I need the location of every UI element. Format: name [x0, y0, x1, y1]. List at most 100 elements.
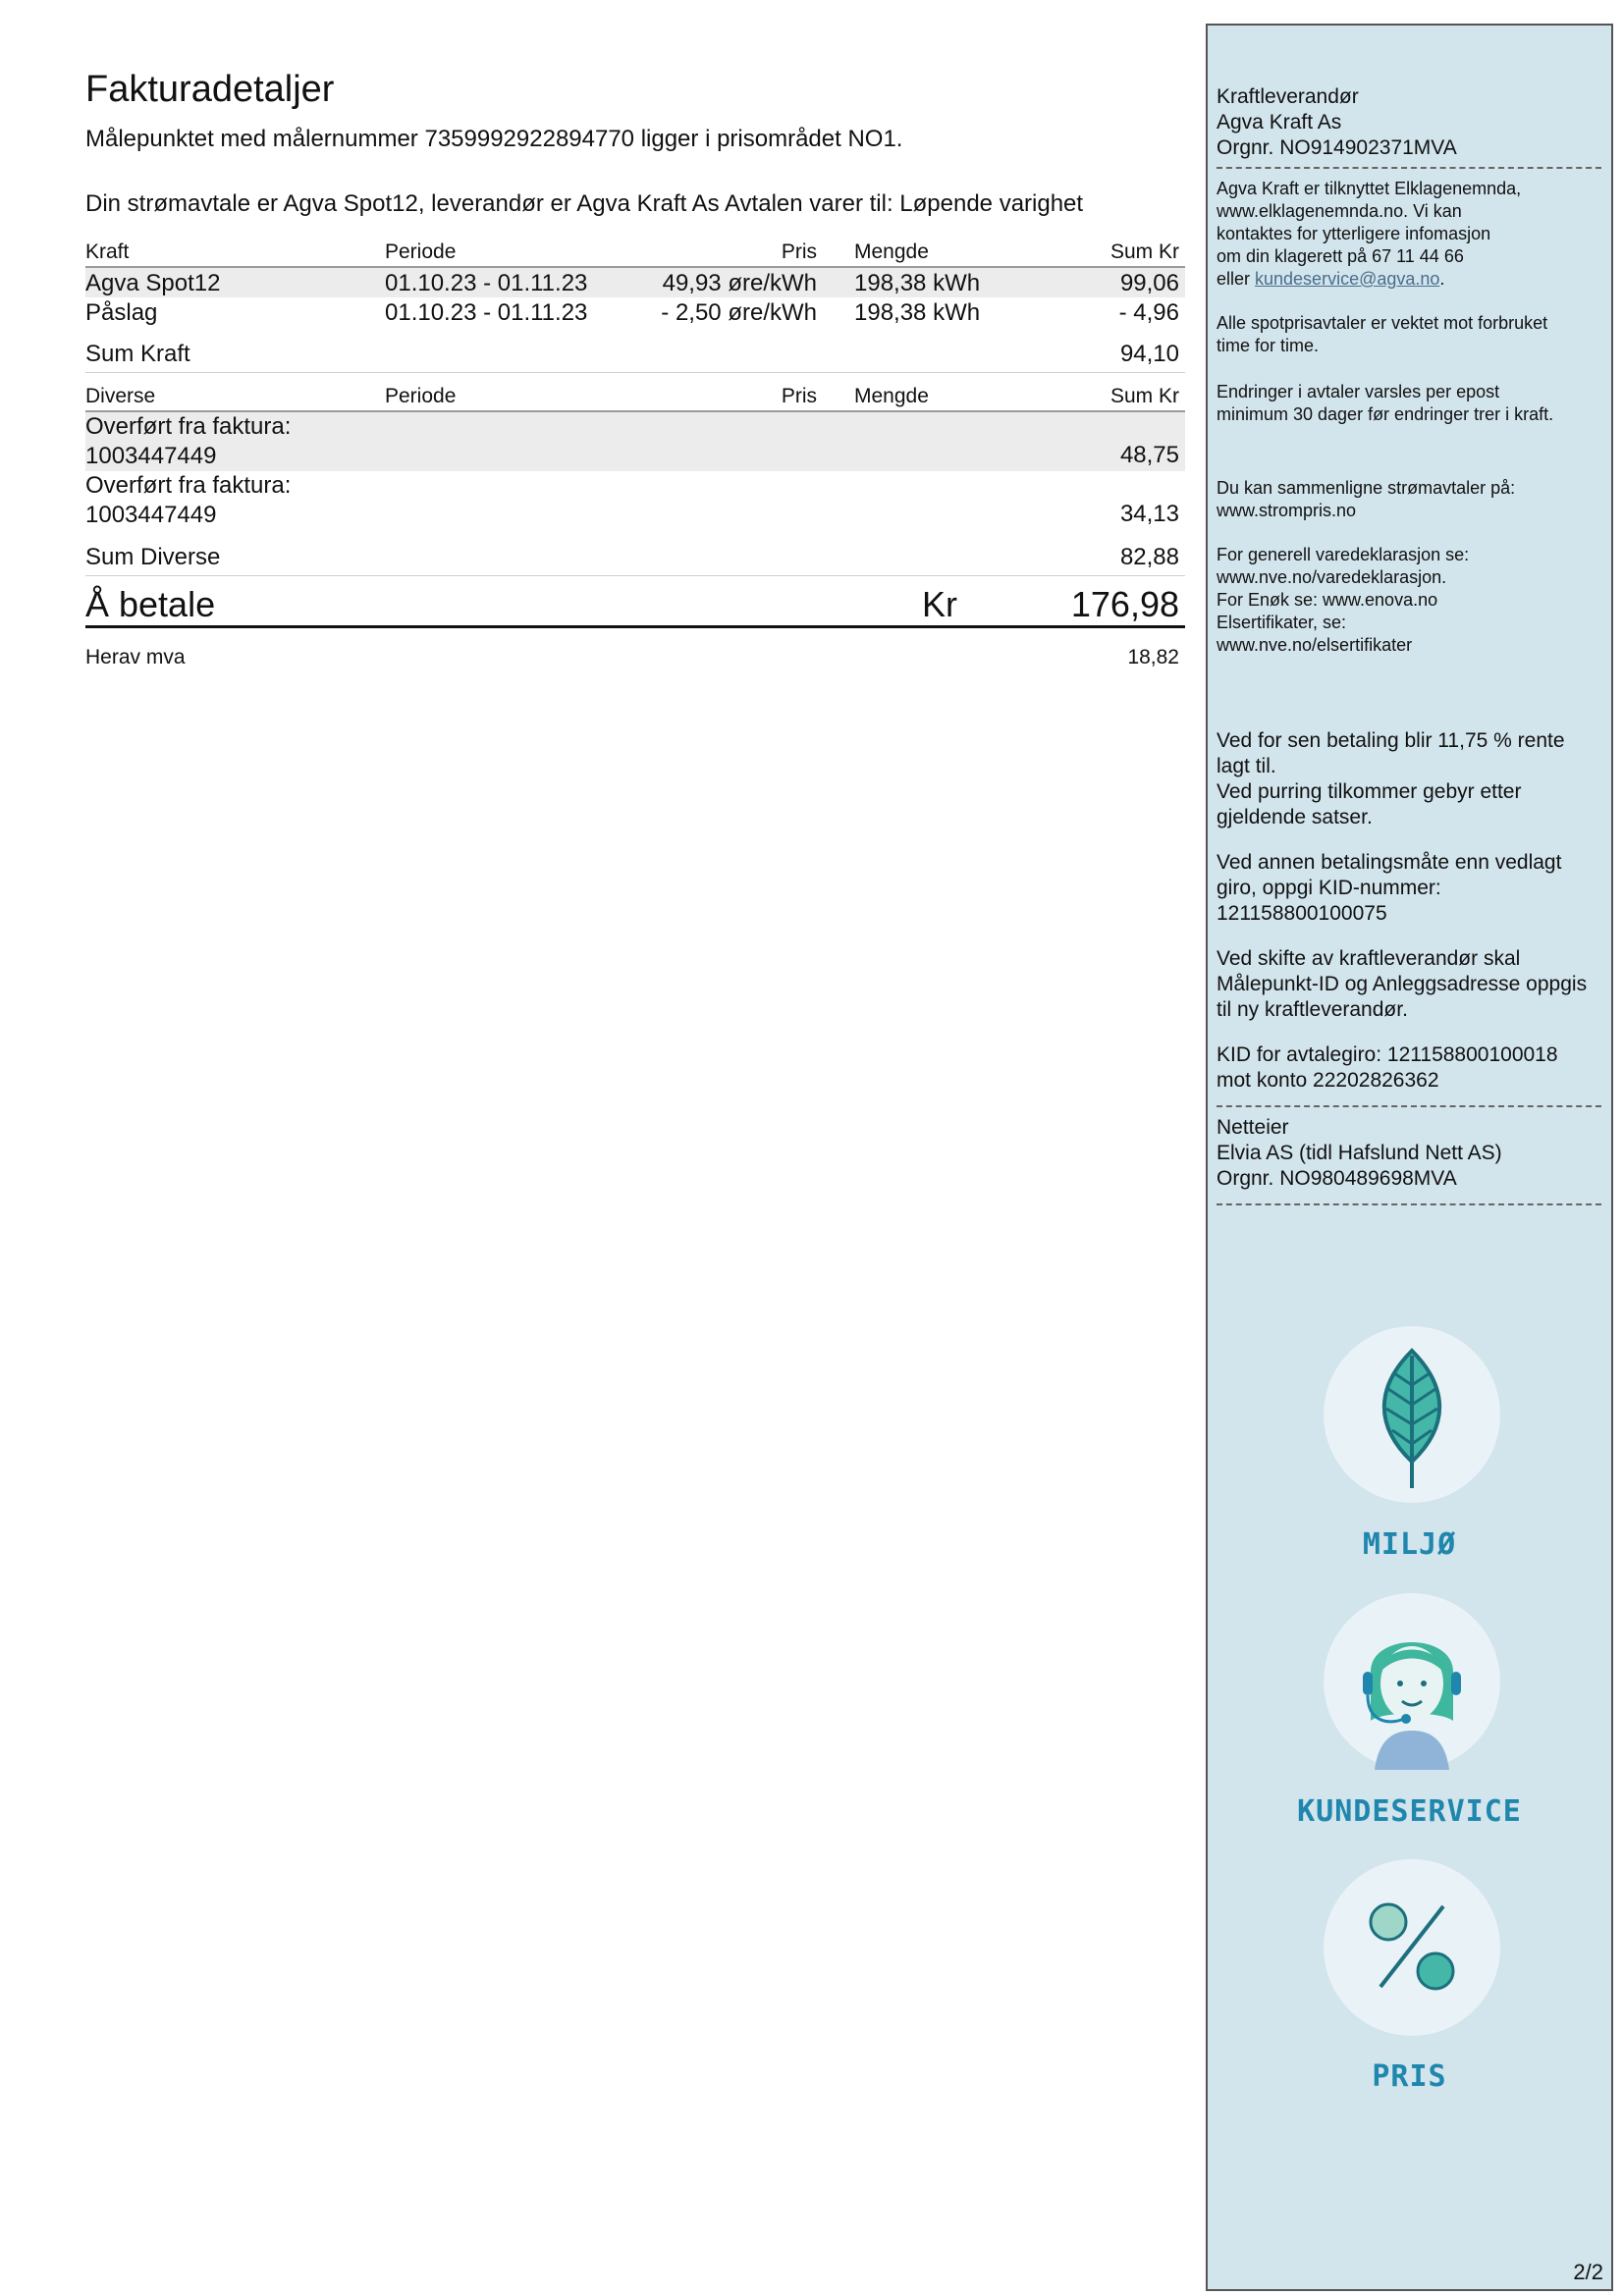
total-label: Å betale	[85, 584, 216, 624]
diverse-sum-row: Sum Diverse 82,88	[85, 530, 1185, 576]
table-header: Diverse Periode Pris Mengde Sum Kr	[85, 385, 1185, 412]
complaint-line: Agva Kraft er tilknyttet Elklagenemnda,	[1217, 179, 1522, 198]
invoice-details: Fakturadetaljer Målepunktet med målernum…	[85, 69, 1185, 668]
compare-note: Du kan sammenligne strømavtaler på: www.…	[1217, 477, 1599, 522]
switch-line: Målepunkt-ID og Anleggsadresse oppgis	[1217, 973, 1588, 995]
icon-label-pris: PRIS	[1372, 2059, 1447, 2094]
switch-line: til ny kraftleverandør.	[1217, 998, 1408, 1021]
complaint-suffix: .	[1439, 269, 1445, 289]
cell-quantity: 198,38 kWh	[854, 270, 981, 296]
complaint-line: eller kundeservice@agva.no.	[1217, 268, 1599, 291]
late-line: lagt til.	[1217, 755, 1276, 777]
cell-price: 49,93 øre/kWh	[662, 270, 817, 296]
avtalegiro-note: KID for avtalegiro: 121158800100018 mot …	[1217, 1042, 1599, 1094]
sum-diverse-value: 82,88	[1119, 544, 1179, 570]
complaint-line: www.elklagenemnda.no. Vi kan	[1217, 201, 1462, 221]
header-pris: Pris	[781, 385, 817, 407]
complaint-line: om din klagerett på 67 11 44 66	[1217, 246, 1464, 266]
cell-period: 01.10.23 - 01.11.23	[385, 299, 588, 326]
supplier-orgnr: Orgnr. NO914902371MVA	[1217, 136, 1457, 159]
header-sum: Sum Kr	[1109, 385, 1179, 407]
grid-owner-block: Netteier Elvia AS (tidl Hafslund Nett AS…	[1217, 1115, 1599, 1192]
decl-line: Elsertifikater, se:	[1217, 613, 1347, 632]
sum-diverse-label: Sum Diverse	[85, 544, 221, 570]
complaint-line: kontaktes for ytterligere infomasjon	[1217, 224, 1491, 243]
transfer-label: Overført fra faktura:	[85, 472, 292, 499]
change-line: minimum 30 dager før endringer trer i kr…	[1217, 404, 1554, 424]
change-note: Endringer i avtaler varsles per epost mi…	[1217, 381, 1599, 426]
switch-line: Ved skifte av kraftleverandør skal	[1217, 947, 1521, 970]
table-row: Påslag 01.10.23 - 01.11.23 - 2,50 øre/kW…	[85, 297, 1185, 327]
switch-note: Ved skifte av kraftleverandør skal Målep…	[1217, 946, 1599, 1023]
kid-line: Ved annen betalingsmåte enn vedlagt	[1217, 851, 1562, 874]
vat-value: 18,82	[1127, 646, 1179, 668]
change-line: Endringer i avtaler varsles per epost	[1217, 382, 1500, 401]
table-row: Agva Spot12 01.10.23 - 01.11.23 49,93 ør…	[85, 268, 1185, 297]
email-link[interactable]: kundeservice@agva.no	[1255, 269, 1439, 289]
sum-kraft-value: 94,10	[1119, 341, 1179, 367]
measurement-info: Målepunktet med målernummer 735999292289…	[85, 126, 903, 152]
header-mengde: Mengde	[854, 240, 929, 263]
supplier-heading: Kraftleverandør	[1217, 85, 1359, 108]
icon-label-kundeservice: KUNDESERVICE	[1297, 1794, 1522, 1829]
compare-link[interactable]: www.strompris.no	[1217, 500, 1599, 522]
cell-period: 01.10.23 - 01.11.23	[385, 270, 588, 296]
total-value: 176,98	[1070, 584, 1179, 624]
info-sidebar: Kraftleverandør Agva Kraft As Orgnr. NO9…	[1206, 24, 1613, 2291]
cell-sum: 48,75	[1119, 442, 1179, 468]
cell-sum: 34,13	[1119, 501, 1179, 527]
spot-line: Alle spotprisavtaler er vektet mot forbr…	[1217, 313, 1548, 333]
decl-link[interactable]: www.nve.no/elsertifikater	[1217, 634, 1599, 657]
kraft-sum-row: Sum Kraft 94,10	[85, 327, 1185, 373]
header-pris: Pris	[781, 240, 817, 263]
decl-line: For Enøk se: www.enova.no	[1217, 590, 1438, 610]
grid-heading: Netteier	[1217, 1116, 1289, 1139]
late-line: Ved purring tilkommer gebyr etter	[1217, 780, 1522, 803]
table-header: Kraft Periode Pris Mengde Sum Kr	[85, 240, 1185, 268]
declaration-note: For generell varedeklarasjon se: www.nve…	[1217, 544, 1599, 657]
transfer-label: Overført fra faktura:	[85, 413, 292, 440]
late-payment-note: Ved for sen betaling blir 11,75 % rente …	[1217, 728, 1599, 830]
page-title: Fakturadetaljer	[85, 69, 335, 110]
cell-price: - 2,50 øre/kWh	[661, 299, 817, 326]
avtalegiro-line: KID for avtalegiro: 121158800100018	[1217, 1043, 1558, 1066]
cell-description: Overført fra faktura: 1003447449	[85, 471, 291, 530]
avtalegiro-line: mot konto 22202826362	[1217, 1069, 1439, 1092]
invoice-number: 1003447449	[85, 443, 217, 469]
cell-description: Overført fra faktura: 1003447449	[85, 412, 291, 471]
header-sum: Sum Kr	[1109, 240, 1179, 263]
supplier-block: Kraftleverandør Agva Kraft As Orgnr. NO9…	[1217, 84, 1599, 161]
invoice-number: 1003447449	[85, 502, 217, 528]
percent-icon	[1324, 1859, 1500, 2036]
spot-line: time for time.	[1217, 336, 1320, 355]
cell-quantity: 198,38 kWh	[854, 299, 981, 326]
decl-link[interactable]: www.nve.no/varedeklarasjon.	[1217, 566, 1599, 589]
vat-label: Herav mva	[85, 646, 186, 668]
late-line: gjeldende satser.	[1217, 806, 1373, 828]
complaint-block: Agva Kraft er tilknyttet Elklagenemnda, …	[1217, 178, 1599, 291]
kraft-table: Kraft Periode Pris Mengde Sum Kr Agva Sp…	[85, 240, 1185, 373]
header-kraft: Kraft	[85, 240, 130, 263]
customer-service-icon	[1324, 1593, 1500, 1770]
grid-orgnr: Orgnr. NO980489698MVA	[1217, 1167, 1457, 1190]
decl-line: For generell varedeklarasjon se:	[1217, 545, 1470, 564]
icon-label-miljo: MILJØ	[1362, 1527, 1457, 1562]
cell-sum: 99,06	[1119, 270, 1179, 296]
diverse-table: Diverse Periode Pris Mengde Sum Kr Overf…	[85, 385, 1185, 576]
header-periode: Periode	[385, 385, 457, 407]
divider	[1217, 1105, 1601, 1107]
header-mengde: Mengde	[854, 385, 929, 407]
divider	[1217, 1203, 1601, 1205]
kid-note: Ved annen betalingsmåte enn vedlagt giro…	[1217, 850, 1599, 927]
total-row: Å betale Kr 176,98	[85, 576, 1185, 628]
complaint-prefix: eller	[1217, 269, 1256, 289]
sum-kraft-label: Sum Kraft	[85, 341, 190, 367]
spotprice-note: Alle spotprisavtaler er vektet mot forbr…	[1217, 312, 1599, 357]
cell-product: Påslag	[85, 299, 158, 326]
divider	[1217, 167, 1601, 169]
total-currency: Kr	[922, 584, 957, 624]
agreement-info: Din strømavtale er Agva Spot12, leverand…	[85, 190, 1084, 217]
page-number: 2/2	[1573, 2260, 1603, 2284]
supplier-name: Agva Kraft As	[1217, 111, 1342, 133]
header-diverse: Diverse	[85, 385, 156, 407]
